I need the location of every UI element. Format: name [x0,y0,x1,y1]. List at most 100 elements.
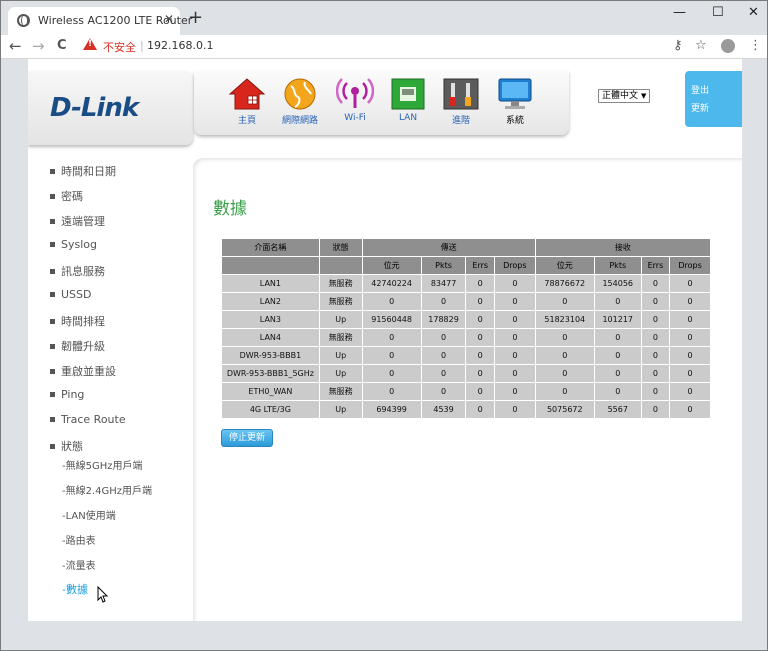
table-cell: 0 [420,382,467,401]
sidebar-sub-traffic-table[interactable]: -流量表 [62,557,96,572]
tab-close-icon[interactable]: ✕ [164,12,174,26]
sidebar-item-password[interactable]: 密碼 [50,188,83,204]
account-panel: 登出 更新 [685,71,742,127]
col-empty [221,256,320,275]
sidebar-sub-lan-clients[interactable]: -LAN使用端 [62,507,116,522]
reload-button[interactable]: C [57,36,67,56]
nav-lan-label: LAN [398,113,418,123]
table-cell: 4539 [420,400,467,419]
window-close-button[interactable]: ✕ [748,5,759,20]
language-value: 正體中文 [602,91,639,101]
table-cell: 0 [465,328,495,347]
sidebar-item-label: 重啟並重設 [61,365,116,378]
sidebar-item-label: 韌體升級 [61,340,105,353]
nav-lan[interactable]: LAN [381,77,435,123]
table-cell: 0 [593,292,642,311]
table-cell: Up [318,310,363,329]
table-cell: 0 [669,292,711,311]
table-cell: 91560448 [361,310,422,329]
sidebar-item-trace-route[interactable]: Trace Route [50,413,126,426]
table-cell: 0 [593,346,642,365]
table-cell: 0 [593,382,642,401]
maximize-button[interactable]: ☐ [712,5,724,20]
sidebar-item-firmware[interactable]: 韌體升級 [50,338,105,354]
table-cell: 無服務 [318,328,363,347]
refresh-link[interactable]: 更新 [691,101,709,114]
sidebar-sub-routing-table[interactable]: -路由表 [62,532,96,547]
sidebar-item-label: 訊息服務 [61,265,105,278]
table-row: LAN1 無服務 42740224 83477 0 0 78876672 154056 0 0 [221,274,711,293]
sidebar-sub-statistics[interactable]: -數據 [62,581,88,597]
table-cell: 0 [640,364,671,383]
browser-tab[interactable]: Wireless AC1200 LTE Router ✕ [8,7,192,35]
sidebar-item-remote-management[interactable]: 遠端管理 [50,213,105,229]
key-icon[interactable]: ⚷ [673,38,683,53]
table-cell: 0 [669,310,711,329]
nav-wifi[interactable]: Wi-Fi [328,77,382,123]
nav-internet[interactable]: 網際網路 [273,77,327,126]
forward-button[interactable]: → [32,36,45,56]
back-button[interactable]: ← [9,36,22,56]
sidebar-sub-wireless-24ghz[interactable]: -無線2.4GHz用戶端 [62,482,152,497]
profile-avatar-icon[interactable] [721,39,735,53]
sidebar-item-schedule[interactable]: 時間排程 [50,313,105,329]
table-cell: Up [318,364,363,383]
tab-strip: Wireless AC1200 LTE Router ✕ + — ☐ ✕ [1,1,767,35]
sidebar-item-label: 狀態 [61,440,83,453]
table-cell: 0 [534,382,595,401]
sidebar-item-syslog[interactable]: Syslog [50,238,97,251]
nav-system[interactable]: 系統 [488,77,542,126]
table-row: 4G LTE/3G Up 694399 4539 0 0 5075672 5567 0 0 [221,400,711,419]
bullet-icon [50,443,55,449]
nav-advanced-label: 進階 [451,116,470,126]
table-cell: 4G LTE/3G [221,400,320,419]
nav-advanced[interactable]: 進階 [434,77,488,126]
bookmark-star-icon[interactable]: ☆ [695,38,707,53]
table-cell: LAN4 [221,328,320,347]
sidebar-item-time-date[interactable]: 時間和日期 [50,163,116,179]
sidebar-item-label: Ping [61,388,85,401]
sidebar-item-message-service[interactable]: 訊息服務 [50,263,105,279]
table-cell: 0 [534,292,595,311]
minimize-button[interactable]: — [673,5,686,20]
table-cell: 0 [640,292,671,311]
table-cell: 0 [465,346,495,365]
table-cell: ETH0_WAN [221,382,320,401]
table-subheader-row: 位元 Pkts Errs Drops 位元 Pkts Errs Drops [221,256,711,275]
sidebar-sub-wireless-5ghz[interactable]: -無線5GHz用戶端 [62,457,143,472]
sidebar-item-status[interactable]: 狀態 [50,438,83,454]
table-cell: 無服務 [318,274,363,293]
address-bar[interactable]: 不安全 | 192.168.0.1 [77,36,717,56]
sidebar-item-reboot-reset[interactable]: 重啟並重設 [50,363,116,379]
logout-link[interactable]: 登出 [691,83,709,96]
stop-refresh-button[interactable]: 停止更新 [221,429,273,447]
url-text[interactable]: 192.168.0.1 [147,39,213,52]
col-receive: 接收 [534,238,712,257]
monitor-icon [498,78,532,109]
statistics-table: 介面名稱 狀態 傳送 接收 位元 Pkts Errs Drops 位元 Pkts [221,238,712,419]
table-cell: 0 [361,364,422,383]
globe-icon [284,78,316,110]
warning-icon[interactable] [83,38,97,50]
bullet-icon [50,241,55,247]
mouse-cursor-icon [97,586,109,603]
sidebar-item-ping[interactable]: Ping [50,388,84,401]
browser-menu-icon[interactable]: ⋮ [749,38,762,53]
sidebar-item-label: Trace Route [61,413,126,426]
nav-home[interactable]: 主頁 [220,77,274,126]
col-rx-pkts: Pkts [593,256,642,275]
browser-window: Wireless AC1200 LTE Router ✕ + — ☐ ✕ ← →… [0,0,768,651]
bullet-icon [50,168,55,174]
table-cell: 0 [669,346,711,365]
table-cell: DWR-953-BBB1 [221,346,320,365]
nav-system-label: 系統 [505,116,524,126]
insecure-label[interactable]: 不安全 [103,39,136,55]
bullet-icon [50,343,55,349]
sidebar-item-ussd[interactable]: USSD [50,288,92,301]
new-tab-button[interactable]: + [188,9,203,27]
col-tx-errs: Errs [465,256,495,275]
browser-toolbar: ← → C 不安全 | 192.168.0.1 ⚷ ☆ ⋮ [1,35,767,59]
bullet-icon [50,391,55,397]
language-select[interactable]: 正體中文 ▼ [598,89,651,103]
table-cell: LAN3 [221,310,320,329]
